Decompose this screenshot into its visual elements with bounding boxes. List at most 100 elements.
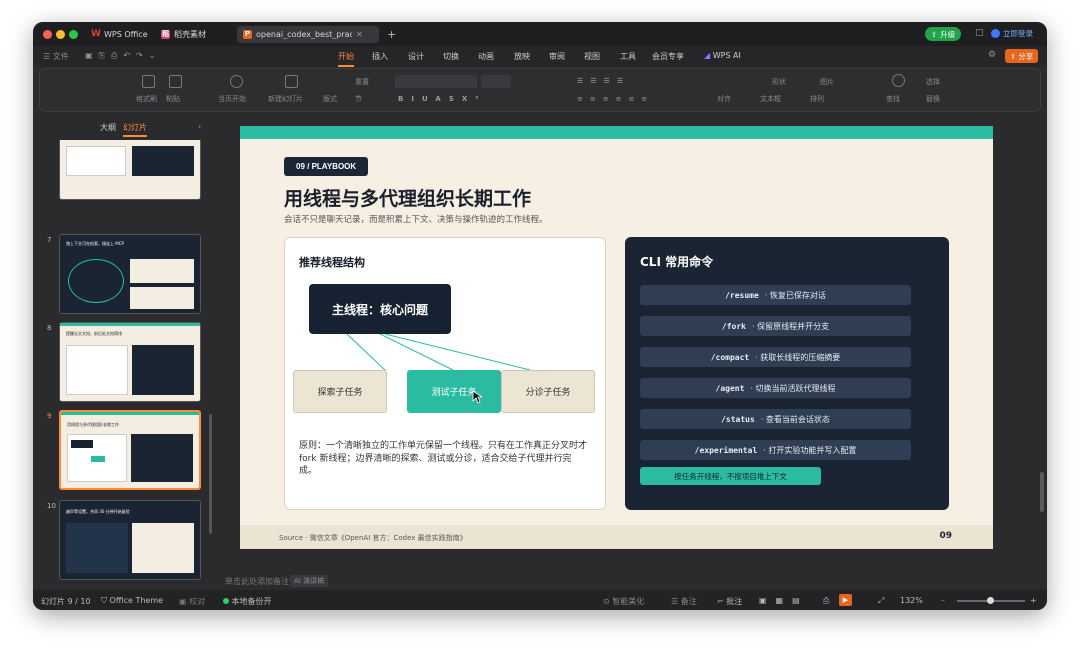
login-label: 立即登录 [1003,29,1033,38]
align-icons[interactable]: ≡≡≡≡≡≡ [577,95,654,103]
screenshot-icon[interactable]: ⎙ [823,596,829,606]
shape-label: 形状 [772,78,786,86]
new-slide-icon[interactable] [285,75,298,88]
menu-design[interactable]: 设计 [408,51,424,62]
smart-beautify-button[interactable]: ⊙ 智能美化 [603,596,644,607]
tab-slides[interactable]: 幻灯片 [123,122,147,137]
command-row: /resume · 恢复已保存对话 [640,285,911,305]
slide-counter: 幻灯片 9 / 10 [41,597,91,606]
menu-bar: ☰ 文件 ▣⎘⎙↶↷⌄ 开始 插入 设计 切换 动画 放映 审阅 视图 工具 会… [33,46,1047,67]
command-desc: · 保留原线程并开分支 [752,321,830,331]
section-label: 节 [355,95,362,103]
picture-label: 图片 [820,78,834,86]
slide-thumbnail[interactable]: 越早等设置，共同 30 分钟开始复验 [59,500,201,580]
upgrade-button[interactable]: ⇧ 升级 [925,27,962,41]
slide-thumbnail[interactable]: 独上下文可先检索，接连上 MCP [59,234,201,314]
slide-thumbnail[interactable]: 提醒论文文档，前后处文档简排 [59,322,201,402]
menu-wps-ai[interactable]: ◢ WPS AI [704,51,741,60]
font-family-select[interactable] [395,75,477,88]
fit-window-icon[interactable]: ⤢ [878,596,884,606]
close-tab-icon[interactable]: ✕ [356,30,363,39]
find-icon[interactable] [892,74,905,87]
zoom-slider[interactable] [957,597,1025,604]
backup-dot-icon [223,598,229,604]
page-number: 09 [939,531,952,541]
upgrade-label: 升级 [940,29,956,39]
slide-thumbnail-title: 用线程与多代理组织长期工作 [67,422,119,427]
login-button[interactable]: 立即登录 [991,28,1033,39]
tab-document[interactable]: P openai_codex_best_practi ✕ [237,26,379,43]
slide-thumbnail-selected[interactable]: 用线程与多代理组织长期工作 [59,410,201,490]
proofread-label: 校对 [189,597,206,606]
backup-label: 本地备份开 [231,597,272,606]
source-text: Source · 微信文章《OpenAI 官方：Codex 最佳实践指南》 [279,534,467,542]
zoom-window-button[interactable] [69,30,78,39]
command-name: /compact [710,352,750,362]
settings-icon[interactable]: ⚙ [988,50,996,60]
zoom-in-button[interactable]: + [1030,596,1037,605]
subtask-test: 测试子任务 [407,370,501,413]
tab-outline[interactable]: 大纲 [100,122,116,133]
menu-review[interactable]: 审阅 [549,51,565,62]
canvas-scrollbar[interactable] [1040,472,1044,512]
font-size-select[interactable] [481,75,511,88]
backup-status[interactable]: 本地备份开 [223,596,272,607]
play-slideshow-button[interactable]: ▶ [839,594,852,606]
panel-scrollbar[interactable] [209,414,212,534]
share-icon: ⇪ [1010,51,1017,61]
paste-icon[interactable] [169,75,182,88]
align-label: 对齐 [717,95,731,103]
view-mode-buttons[interactable]: ▣▦▤ [759,596,809,605]
menu-view[interactable]: 视图 [584,51,600,62]
tab-docer[interactable]: 稻 稻壳素材 [155,26,212,43]
text-format-icons[interactable]: BIUASX² [398,95,486,103]
window-mode-icon[interactable]: ▢ [975,28,984,38]
replace-label: 替换 [926,95,940,103]
command-desc: · 恢复已保存对话 [764,290,826,300]
comments-button[interactable]: ⌐ 批注 [717,596,742,607]
menu-tools[interactable]: 工具 [620,51,636,62]
menu-insert[interactable]: 插入 [372,51,388,62]
zoom-level[interactable]: 132% [900,596,923,605]
menu-home[interactable]: 开始 [338,51,354,67]
title-bar: W WPS Office 稻 稻壳素材 P openai_codex_best_… [33,22,1047,46]
collapse-panel-icon[interactable]: ‹ [198,122,201,131]
menu-transition[interactable]: 切换 [443,51,459,62]
ppt-file-icon: P [243,30,252,39]
list-icons[interactable]: ☰☰☰☰ [577,77,630,85]
share-button[interactable]: ⇪ 分享 [1005,49,1039,63]
slide-title: 用线程与多代理组织长期工作 [284,188,532,210]
slide-thumbnail[interactable] [59,140,201,200]
slide-badge: 09 / PLAYBOOK [284,157,369,176]
menu-slideshow[interactable]: 放映 [514,51,530,62]
slide-thumbnail-panel: 大纲 幻灯片 ‹ 7 独上下文可先检索，接连上 MCP 8 提醒论文文档，前后处… [33,114,215,603]
theme-icon: ⛉ [101,596,107,605]
zoom-slider-handle[interactable] [987,597,994,604]
status-bar: 幻灯片 9 / 10 ⛉ Office Theme ▣ 校对 本地备份开 ⊙ 智… [33,590,1047,610]
app-window: W WPS Office 稻 稻壳素材 P openai_codex_best_… [33,22,1047,610]
tab-wps-office[interactable]: W WPS Office [85,26,154,43]
slide-thumbnail-title: 越早等设置，共同 30 分钟开始复验 [66,509,130,514]
notes-toggle-button[interactable]: ☰ 备注 [671,596,697,607]
notes-bar: 单击此处添加备注 AI 演讲稿 [215,573,1047,589]
theme-indicator[interactable]: ⛉ Office Theme [101,596,163,606]
play-from-current-icon[interactable] [230,75,243,88]
menu-file[interactable]: ☰ 文件 [43,51,69,62]
new-tab-button[interactable]: + [381,26,402,43]
cli-commands-card: CLI 常用命令 /resume · 恢复已保存对话 /fork · 保留原线程并开… [625,237,949,510]
notes-input[interactable]: 单击此处添加备注 [225,576,289,587]
current-slide[interactable]: 09 / PLAYBOOK 用线程与多代理组织长期工作 会话不只是聊天记录，而是… [240,126,993,549]
menu-animation[interactable]: 动画 [478,51,494,62]
command-name: /status [721,414,755,424]
zoom-out-button[interactable]: – [941,596,945,605]
proofread-button[interactable]: ▣ 校对 [179,596,205,607]
command-desc: · 切换当前活跃代理线程 [750,383,836,393]
quick-access-toolbar[interactable]: ▣⎘⎙↶↷⌄ [85,51,161,61]
menu-member[interactable]: 会员专享 [652,51,684,62]
format-painter-icon[interactable] [142,75,155,88]
close-window-button[interactable] [43,30,52,39]
minimize-window-button[interactable] [56,30,65,39]
docer-icon: 稻 [161,30,170,39]
ai-speech-button[interactable]: AI 演讲稿 [290,575,329,587]
tab-label: WPS Office [104,30,148,39]
